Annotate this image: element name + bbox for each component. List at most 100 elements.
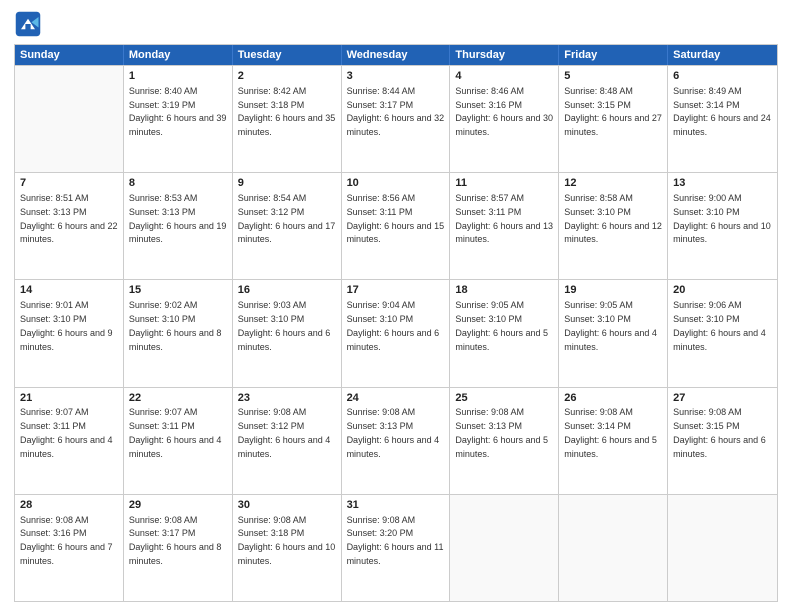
day-number: 26 [564,391,662,406]
day-number: 1 [129,69,227,84]
cell-info: Sunrise: 9:08 AMSunset: 3:12 PMDaylight:… [238,407,331,458]
day-number: 3 [347,69,445,84]
day-number: 9 [238,176,336,191]
cell-info: Sunrise: 8:48 AMSunset: 3:15 PMDaylight:… [564,86,662,137]
cell-info: Sunrise: 8:54 AMSunset: 3:12 PMDaylight:… [238,193,336,244]
calendar-cell: 10 Sunrise: 8:56 AMSunset: 3:11 PMDayligh… [342,173,451,279]
day-number: 12 [564,176,662,191]
calendar-cell: 31Sunrise: 9:08 AMSunset: 3:20 PMDayligh… [342,495,451,601]
day-number: 22 [129,391,227,406]
header [14,10,778,38]
day-number: 5 [564,69,662,84]
page: SundayMondayTuesdayWednesdayThursdayFrid… [0,0,792,612]
weekday-header: Friday [559,45,668,65]
calendar-cell: 21Sunrise: 9:07 AMSunset: 3:11 PMDayligh… [15,388,124,494]
day-number: 7 [20,176,118,191]
calendar-cell: 16 Sunrise: 9:03 AMSunset: 3:10 PMDayligh… [233,280,342,386]
calendar-row: 21Sunrise: 9:07 AMSunset: 3:11 PMDayligh… [15,387,777,494]
day-number: 17 [347,283,445,298]
calendar-cell: 5 Sunrise: 8:48 AMSunset: 3:15 PMDaylight… [559,66,668,172]
day-number: 24 [347,391,445,406]
weekday-header: Monday [124,45,233,65]
cell-info: Sunrise: 9:08 AMSunset: 3:13 PMDaylight:… [455,407,548,458]
weekday-header: Tuesday [233,45,342,65]
calendar-cell: 13Sunrise: 9:00 AMSunset: 3:10 PMDayligh… [668,173,777,279]
cell-info: Sunrise: 9:08 AMSunset: 3:15 PMDaylight:… [673,407,766,458]
day-number: 13 [673,176,772,191]
calendar-cell [450,495,559,601]
day-number: 2 [238,69,336,84]
cell-info: Sunrise: 9:07 AMSunset: 3:11 PMDaylight:… [20,407,113,458]
cell-info: Sunrise: 9:08 AMSunset: 3:14 PMDaylight:… [564,407,657,458]
weekday-header: Sunday [15,45,124,65]
weekday-header: Thursday [450,45,559,65]
cell-info: Sunrise: 9:07 AMSunset: 3:11 PMDaylight:… [129,407,222,458]
day-number: 14 [20,283,118,298]
cell-info: Sunrise: 9:03 AMSunset: 3:10 PMDaylight:… [238,300,331,351]
calendar-cell: 15 Sunrise: 9:02 AMSunset: 3:10 PMDayligh… [124,280,233,386]
cell-info: Sunrise: 9:08 AMSunset: 3:16 PMDaylight:… [20,515,113,566]
weekday-header: Saturday [668,45,777,65]
cell-info: Sunrise: 8:51 AMSunset: 3:13 PMDaylight:… [20,193,118,244]
calendar-cell: 18 Sunrise: 9:05 AMSunset: 3:10 PMDayligh… [450,280,559,386]
calendar-cell: 29Sunrise: 9:08 AMSunset: 3:17 PMDayligh… [124,495,233,601]
day-number: 23 [238,391,336,406]
calendar-cell: 17 Sunrise: 9:04 AMSunset: 3:10 PMDayligh… [342,280,451,386]
day-number: 10 [347,176,445,191]
day-number: 4 [455,69,553,84]
cell-info: Sunrise: 8:58 AMSunset: 3:10 PMDaylight:… [564,193,662,244]
day-number: 31 [347,498,445,513]
cell-info: Sunrise: 9:06 AMSunset: 3:10 PMDaylight:… [673,300,766,351]
calendar-row: 28Sunrise: 9:08 AMSunset: 3:16 PMDayligh… [15,494,777,601]
day-number: 6 [673,69,772,84]
cell-info: Sunrise: 9:02 AMSunset: 3:10 PMDaylight:… [129,300,222,351]
day-number: 16 [238,283,336,298]
day-number: 25 [455,391,553,406]
calendar-cell: 9 Sunrise: 8:54 AMSunset: 3:12 PMDaylight… [233,173,342,279]
calendar-cell: 27Sunrise: 9:08 AMSunset: 3:15 PMDayligh… [668,388,777,494]
calendar-cell: 6 Sunrise: 8:49 AMSunset: 3:14 PMDaylight… [668,66,777,172]
cell-info: Sunrise: 8:49 AMSunset: 3:14 PMDaylight:… [673,86,771,137]
calendar-cell: 23Sunrise: 9:08 AMSunset: 3:12 PMDayligh… [233,388,342,494]
logo-icon [14,10,42,38]
day-number: 18 [455,283,553,298]
cell-info: Sunrise: 9:05 AMSunset: 3:10 PMDaylight:… [455,300,548,351]
day-number: 27 [673,391,772,406]
cell-info: Sunrise: 9:08 AMSunset: 3:13 PMDaylight:… [347,407,440,458]
logo [14,10,46,38]
cell-info: Sunrise: 9:05 AMSunset: 3:10 PMDaylight:… [564,300,657,351]
cell-info: Sunrise: 8:40 AMSunset: 3:19 PMDaylight:… [129,86,227,137]
day-number: 29 [129,498,227,513]
cell-info: Sunrise: 9:01 AMSunset: 3:10 PMDaylight:… [20,300,113,351]
calendar-cell: 22Sunrise: 9:07 AMSunset: 3:11 PMDayligh… [124,388,233,494]
day-number: 8 [129,176,227,191]
cell-info: Sunrise: 8:44 AMSunset: 3:17 PMDaylight:… [347,86,445,137]
calendar-cell: 1 Sunrise: 8:40 AMSunset: 3:19 PMDaylight… [124,66,233,172]
cell-info: Sunrise: 8:56 AMSunset: 3:11 PMDaylight:… [347,193,445,244]
calendar-row: 7 Sunrise: 8:51 AMSunset: 3:13 PMDaylight… [15,172,777,279]
cell-info: Sunrise: 9:08 AMSunset: 3:18 PMDaylight:… [238,515,336,566]
calendar-cell: 14 Sunrise: 9:01 AMSunset: 3:10 PMDayligh… [15,280,124,386]
day-number: 11 [455,176,553,191]
calendar-cell: 11Sunrise: 8:57 AMSunset: 3:11 PMDayligh… [450,173,559,279]
calendar-cell: 25Sunrise: 9:08 AMSunset: 3:13 PMDayligh… [450,388,559,494]
cell-info: Sunrise: 9:04 AMSunset: 3:10 PMDaylight:… [347,300,440,351]
calendar-cell: 7 Sunrise: 8:51 AMSunset: 3:13 PMDaylight… [15,173,124,279]
calendar-cell: 19Sunrise: 9:05 AMSunset: 3:10 PMDayligh… [559,280,668,386]
calendar-cell: 28Sunrise: 9:08 AMSunset: 3:16 PMDayligh… [15,495,124,601]
day-number: 15 [129,283,227,298]
calendar: SundayMondayTuesdayWednesdayThursdayFrid… [14,44,778,602]
calendar-cell: 26Sunrise: 9:08 AMSunset: 3:14 PMDayligh… [559,388,668,494]
calendar-cell [668,495,777,601]
cell-info: Sunrise: 8:53 AMSunset: 3:13 PMDaylight:… [129,193,227,244]
cell-info: Sunrise: 8:46 AMSunset: 3:16 PMDaylight:… [455,86,553,137]
calendar-cell: 20 Sunrise: 9:06 AMSunset: 3:10 PMDayligh… [668,280,777,386]
day-number: 30 [238,498,336,513]
calendar-cell: 2Sunrise: 8:42 AMSunset: 3:18 PMDaylight… [233,66,342,172]
calendar-row: 1 Sunrise: 8:40 AMSunset: 3:19 PMDaylight… [15,65,777,172]
calendar-row: 14 Sunrise: 9:01 AMSunset: 3:10 PMDayligh… [15,279,777,386]
day-number: 20 [673,283,772,298]
calendar-body: 1 Sunrise: 8:40 AMSunset: 3:19 PMDaylight… [15,65,777,601]
calendar-header: SundayMondayTuesdayWednesdayThursdayFrid… [15,45,777,65]
day-number: 21 [20,391,118,406]
